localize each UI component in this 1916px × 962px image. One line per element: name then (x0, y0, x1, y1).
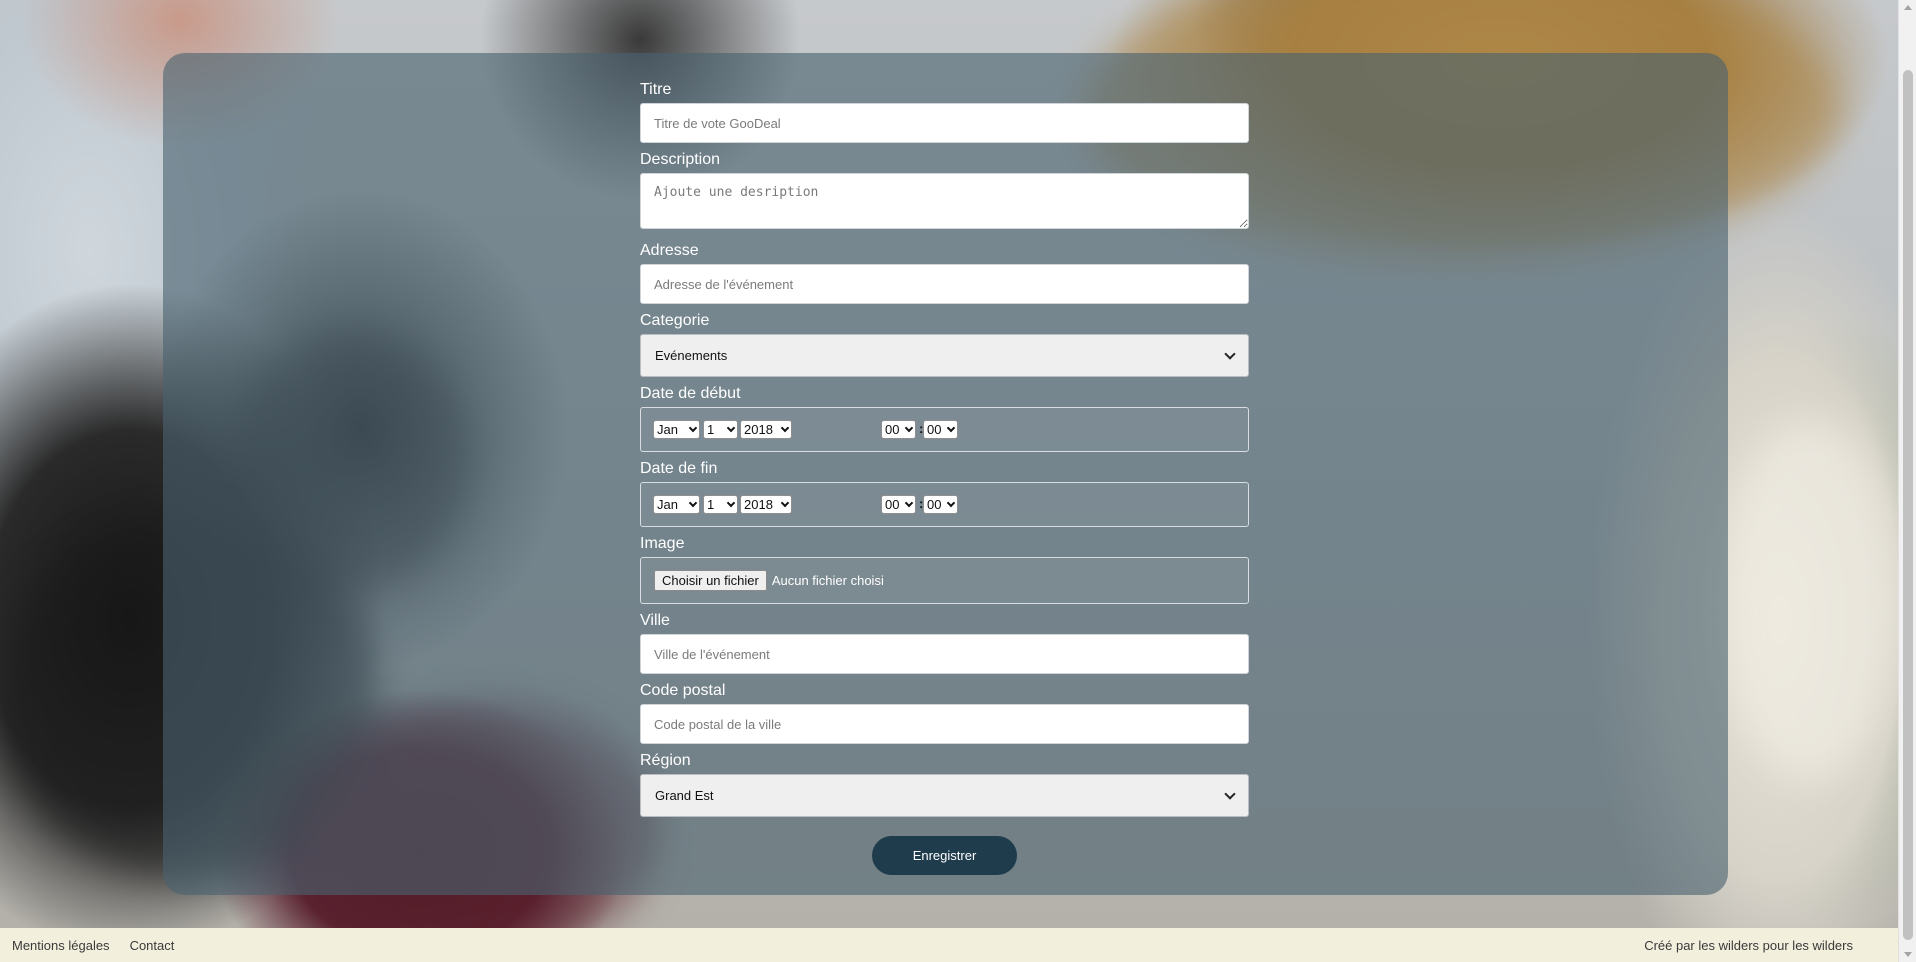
date-fin-minute-select[interactable]: 00 (923, 495, 958, 514)
chevron-down-icon (1224, 787, 1236, 800)
date-debut-day-value: 1 (707, 422, 715, 437)
date-fin-label: Date de fin (640, 460, 718, 477)
ville-label: Ville (640, 612, 670, 629)
date-fin-day-select[interactable]: 1 (703, 495, 738, 514)
chevron-down-icon (688, 498, 698, 508)
footer-links: Mentions légales Contact (12, 938, 174, 953)
date-debut-hour-value: 00 (885, 422, 900, 437)
date-debut-year-value: 2018 (744, 422, 773, 437)
date-debut-year-select[interactable]: 2018 (740, 420, 792, 439)
categorie-select[interactable]: Evénements (640, 334, 1249, 377)
event-form: Titre Description Adresse Categorie Evén… (640, 80, 1249, 824)
date-fin-year-select[interactable]: 2018 (740, 495, 792, 514)
chevron-down-icon (904, 498, 914, 508)
chevron-down-icon (726, 423, 736, 433)
chevron-down-icon (726, 498, 736, 508)
ville-input[interactable] (640, 634, 1249, 674)
date-fin-month-select[interactable]: Jan (653, 495, 700, 514)
footer-credit: Créé par les wilders pour les wilders (1644, 937, 1853, 953)
titre-field: Titre (640, 80, 1249, 143)
scrollbar-thumb[interactable] (1903, 70, 1913, 940)
chevron-down-icon (780, 498, 790, 508)
categorie-label: Categorie (640, 312, 710, 329)
date-fin-hour-select[interactable]: 00 (881, 495, 916, 514)
titre-label: Titre (640, 81, 672, 98)
save-button[interactable]: Enregistrer (872, 836, 1017, 875)
chevron-down-icon (946, 423, 956, 433)
adresse-label: Adresse (640, 242, 699, 259)
region-field: Région Grand Est (640, 751, 1249, 817)
contact-link[interactable]: Contact (130, 938, 175, 953)
adresse-field: Adresse (640, 241, 1249, 304)
date-debut-picker: Jan 1 2018 00 : 00 (640, 407, 1249, 452)
titre-input[interactable] (640, 103, 1249, 143)
region-label: Région (640, 752, 691, 769)
file-status: Aucun fichier choisi (771, 573, 884, 588)
image-label: Image (640, 535, 685, 552)
date-debut-month-select[interactable]: Jan (653, 420, 700, 439)
date-debut-label: Date de début (640, 385, 741, 402)
region-select[interactable]: Grand Est (640, 774, 1249, 817)
date-fin-day-value: 1 (707, 497, 715, 512)
scroll-down-icon[interactable] (1904, 952, 1912, 957)
date-debut-minute-value: 00 (927, 422, 942, 437)
chevron-down-icon (780, 423, 790, 433)
categorie-field: Categorie Evénements (640, 311, 1249, 377)
code-postal-input[interactable] (640, 704, 1249, 744)
choose-file-button[interactable]: Choisir un fichier (654, 570, 767, 591)
chevron-down-icon (904, 423, 914, 433)
chevron-down-icon (1224, 347, 1236, 360)
code-postal-field: Code postal (640, 681, 1249, 744)
code-postal-label: Code postal (640, 682, 726, 699)
adresse-input[interactable] (640, 264, 1249, 304)
date-debut-month-value: Jan (657, 422, 678, 437)
date-fin-year-value: 2018 (744, 497, 773, 512)
chevron-down-icon (946, 498, 956, 508)
date-debut-minute-select[interactable]: 00 (923, 420, 958, 439)
date-debut-field: Date de début Jan 1 2018 00 : 00 (640, 384, 1249, 452)
footer: Mentions légales Contact Créé par les wi… (0, 928, 1898, 962)
image-file-input: Choisir un fichier Aucun fichier choisi (640, 557, 1249, 604)
date-debut-hour-select[interactable]: 00 (881, 420, 916, 439)
region-selected: Grand Est (655, 788, 714, 803)
image-field: Image Choisir un fichier Aucun fichier c… (640, 534, 1249, 604)
mentions-legales-link[interactable]: Mentions légales (12, 938, 110, 953)
date-fin-hour-value: 00 (885, 497, 900, 512)
date-fin-field: Date de fin Jan 1 2018 00 : 00 (640, 459, 1249, 527)
ville-field: Ville (640, 611, 1249, 674)
date-fin-picker: Jan 1 2018 00 : 00 (640, 482, 1249, 527)
description-field: Description (640, 150, 1249, 234)
categorie-selected: Evénements (655, 348, 728, 363)
scroll-up-icon[interactable] (1904, 5, 1912, 10)
chevron-down-icon (688, 423, 698, 433)
description-textarea[interactable] (640, 173, 1249, 229)
page-scrollbar[interactable] (1898, 0, 1916, 962)
date-fin-minute-value: 00 (927, 497, 942, 512)
date-debut-day-select[interactable]: 1 (703, 420, 738, 439)
date-fin-month-value: Jan (657, 497, 678, 512)
description-label: Description (640, 151, 721, 168)
